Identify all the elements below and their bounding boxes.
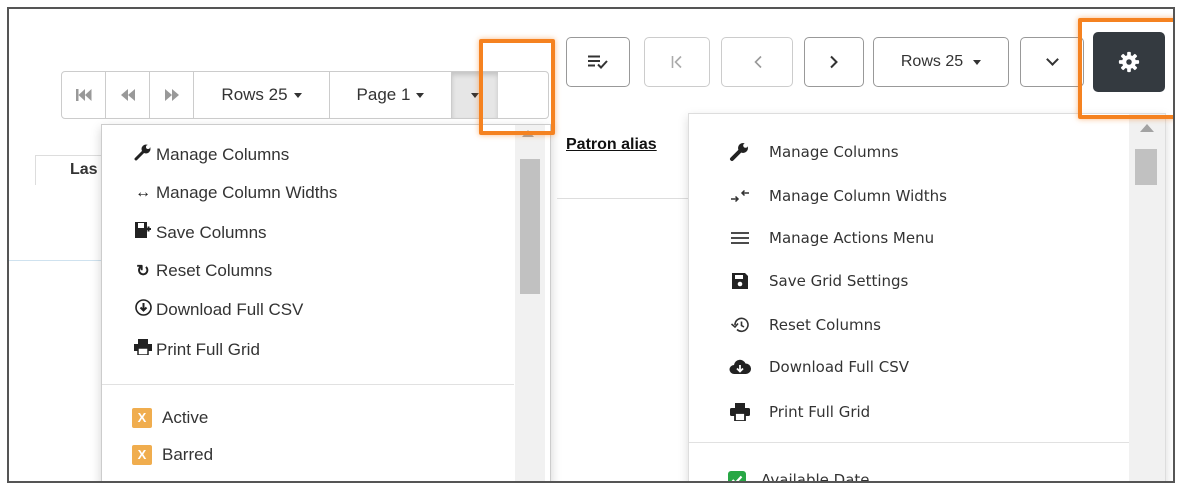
page-label: Page 1: [356, 85, 411, 104]
menu-item-label: Manage Actions Menu: [769, 229, 935, 247]
menu-item-label: Manage Column Widths: [156, 183, 338, 202]
wrench-icon: [132, 143, 154, 166]
menu-divider: [689, 442, 1129, 443]
menu-item-label: Save Grid Settings: [769, 272, 909, 290]
menu-item-label: Print Full Grid: [769, 403, 871, 421]
grid-settings-button[interactable]: [1093, 32, 1165, 92]
menu-item-manage-actions-menu[interactable]: Manage Actions Menu: [727, 228, 934, 248]
next-page-button[interactable]: [150, 72, 194, 118]
arrows-horizontal-icon: ↔: [135, 184, 151, 201]
legacy-pager: Rows 25 Page 1: [61, 71, 549, 119]
grid-settings-menu: Manage Columns Manage Column Widths Mana…: [688, 113, 1166, 483]
first-page-icon: [75, 89, 91, 101]
cloud-download-icon: [727, 357, 753, 377]
chevron-down-icon: [1045, 53, 1059, 66]
menu-item-label: Reset Columns: [156, 261, 273, 280]
menu-item-label: Manage Columns: [769, 143, 899, 161]
caret-down-icon: [293, 92, 302, 98]
next-page-button[interactable]: [804, 37, 864, 87]
menu-item-label: Manage Columns: [156, 144, 290, 164]
column-header-last: Las: [70, 161, 98, 178]
column-toggle-label: Barred: [162, 445, 214, 464]
legacy-grid-options-menu: Manage Columns ↔ Manage Column Widths Sa…: [101, 124, 551, 481]
rewind-icon: [120, 89, 135, 101]
menu-item-reset-columns[interactable]: Reset Columns: [727, 315, 881, 335]
menu-scrollbar-thumb[interactable]: [520, 159, 540, 294]
menu-item-download-csv[interactable]: Download Full CSV: [132, 299, 303, 321]
first-page-button[interactable]: [62, 72, 106, 118]
rows-per-page-select[interactable]: Rows 25: [873, 37, 1009, 87]
scroll-up-arrow-icon[interactable]: [1140, 124, 1154, 132]
print-icon: [727, 402, 753, 422]
menu-item-label: Print Full Grid: [156, 339, 260, 359]
menu-item-label: Download Full CSV: [769, 358, 910, 376]
bars-icon: [727, 228, 753, 248]
menu-item-download-csv[interactable]: Download Full CSV: [727, 357, 909, 377]
menu-item-manage-columns[interactable]: Manage Columns: [727, 142, 899, 162]
caret-down-icon: [973, 59, 982, 65]
refresh-icon: ↻: [136, 263, 150, 280]
menu-item-label: Save Columns: [156, 222, 267, 242]
actions-menu-button[interactable]: [566, 37, 630, 87]
header-divider: [557, 198, 693, 199]
history-icon: [727, 315, 753, 335]
previous-page-button[interactable]: [721, 37, 793, 87]
first-page-button[interactable]: [644, 37, 710, 87]
menu-item-label: Manage Column Widths: [769, 187, 947, 205]
save-columns-icon: [132, 221, 154, 244]
chevron-right-icon: [829, 55, 838, 69]
menu-item-save-columns[interactable]: Save Columns: [132, 221, 267, 244]
column-toggle-barred[interactable]: X Barred: [132, 445, 213, 465]
previous-page-button[interactable]: [106, 72, 150, 118]
x-badge-icon: X: [132, 408, 152, 428]
column-header-patron-alias[interactable]: Patron alias: [566, 136, 657, 154]
column-toggle-active[interactable]: X Active: [132, 408, 208, 428]
menu-item-reset-columns[interactable]: ↻ Reset Columns: [132, 261, 272, 281]
fast-forward-icon: [164, 89, 179, 101]
rows-per-page-label: Rows 25: [221, 85, 288, 104]
page-select[interactable]: Page 1: [330, 72, 452, 118]
menu-item-print-grid[interactable]: Print Full Grid: [727, 402, 870, 422]
menu-item-label: Reset Columns: [769, 316, 881, 334]
resize-arrows-icon: [727, 186, 753, 206]
column-toggle-label: Available Date: [761, 471, 870, 483]
column-toggle-label: Active: [162, 408, 209, 427]
menu-scrollbar-thumb[interactable]: [1135, 149, 1157, 185]
menu-item-label: Download Full CSV: [156, 300, 304, 319]
more-options-button[interactable]: [1020, 37, 1084, 87]
caret-down-icon: [416, 92, 425, 98]
menu-item-manage-column-widths[interactable]: Manage Column Widths: [727, 186, 947, 206]
x-badge-icon: X: [132, 445, 152, 465]
menu-item-print-grid[interactable]: Print Full Grid: [132, 339, 260, 360]
menu-item-save-grid-settings[interactable]: Save Grid Settings: [727, 271, 908, 291]
column-toggle-available-date[interactable]: Available Date: [727, 470, 870, 483]
menu-divider: [102, 384, 514, 385]
download-circle-icon: [132, 299, 154, 321]
first-page-icon: [671, 55, 682, 69]
rows-per-page-select[interactable]: Rows 25: [194, 72, 330, 118]
caret-down-icon: [471, 92, 479, 98]
scroll-up-arrow-icon[interactable]: [522, 130, 534, 137]
wrench-icon: [727, 142, 753, 162]
screenshot-frame: Las Rows 25 Page 1 Manage Columns ↔ Mana…: [7, 7, 1175, 483]
menu-item-manage-column-widths[interactable]: ↔ Manage Column Widths: [132, 183, 337, 203]
rows-per-page-label: Rows 25: [900, 53, 964, 70]
list-check-icon: [588, 55, 608, 69]
chevron-left-icon: [753, 55, 762, 69]
grid-options-dropdown-button[interactable]: [452, 72, 498, 118]
gear-icon: [1118, 51, 1140, 73]
checkbox-checked-icon: [727, 470, 747, 481]
print-icon: [132, 339, 154, 360]
floppy-disk-icon: [727, 271, 753, 291]
menu-item-manage-columns[interactable]: Manage Columns: [132, 143, 289, 166]
